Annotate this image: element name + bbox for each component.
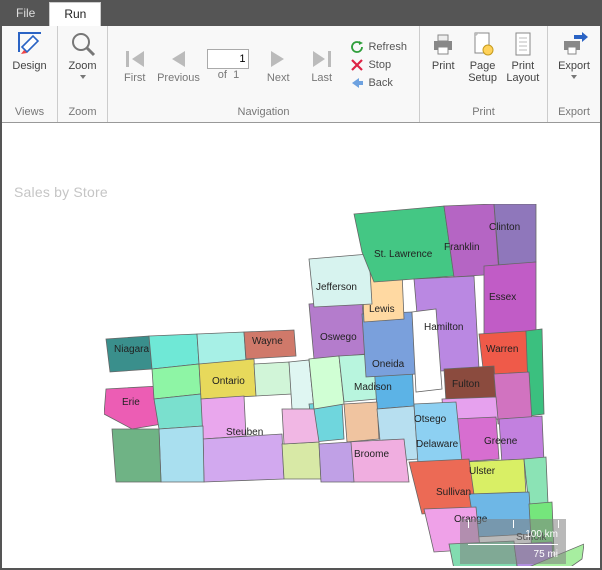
nav-actions: Refresh Stop Back bbox=[344, 40, 413, 90]
ny-state-map: Clinton Franklin St. Lawrence Jefferson … bbox=[104, 204, 584, 566]
page-setup-button[interactable]: Page Setup bbox=[464, 30, 500, 84]
printer-icon bbox=[429, 30, 457, 58]
previous-page-button[interactable]: Previous bbox=[157, 46, 199, 84]
chevron-down-icon bbox=[80, 75, 86, 79]
ribbon: Design Views Zoom Zoom bbox=[2, 26, 600, 123]
report-canvas[interactable]: Sales by Store bbox=[4, 124, 598, 566]
stop-button[interactable]: Stop bbox=[350, 58, 407, 72]
export-icon bbox=[560, 30, 588, 58]
report-title: Sales by Store bbox=[14, 184, 108, 200]
last-icon bbox=[309, 46, 335, 72]
app-window: File Run Design Views bbox=[0, 0, 602, 570]
group-navigation: First Previous of 1 bbox=[108, 26, 420, 122]
stop-icon bbox=[350, 58, 364, 72]
print-layout-button[interactable]: Print Layout bbox=[505, 30, 541, 84]
refresh-icon bbox=[350, 40, 364, 54]
page-indicator: of 1 bbox=[207, 49, 249, 81]
group-export: Export Export bbox=[548, 26, 600, 122]
first-page-button[interactable]: First bbox=[114, 46, 155, 84]
group-print: Print Page Setup Print Layout Print bbox=[420, 26, 548, 122]
tab-run[interactable]: Run bbox=[49, 2, 101, 26]
magnifier-icon bbox=[69, 30, 97, 58]
chevron-down-icon bbox=[571, 75, 577, 79]
map-scale: 100 km 75 mi bbox=[460, 519, 566, 564]
print-layout-icon bbox=[509, 30, 537, 58]
export-button[interactable]: Export bbox=[554, 30, 594, 79]
tab-file[interactable]: File bbox=[2, 2, 49, 26]
next-page-button[interactable]: Next bbox=[257, 46, 298, 84]
next-icon bbox=[265, 46, 291, 72]
previous-icon bbox=[165, 46, 191, 72]
print-button[interactable]: Print bbox=[426, 30, 460, 72]
first-icon bbox=[122, 46, 148, 72]
current-page-input[interactable] bbox=[207, 49, 249, 69]
group-views: Design Views bbox=[2, 26, 58, 122]
back-button[interactable]: Back bbox=[350, 76, 407, 90]
back-icon bbox=[350, 76, 364, 90]
tab-bar: File Run bbox=[2, 2, 600, 26]
zoom-button[interactable]: Zoom bbox=[64, 30, 101, 79]
design-icon bbox=[16, 30, 44, 58]
design-button[interactable]: Design bbox=[8, 30, 51, 72]
group-zoom: Zoom Zoom bbox=[58, 26, 108, 122]
last-page-button[interactable]: Last bbox=[301, 46, 342, 84]
refresh-button[interactable]: Refresh bbox=[350, 40, 407, 54]
page-setup-icon bbox=[469, 30, 497, 58]
